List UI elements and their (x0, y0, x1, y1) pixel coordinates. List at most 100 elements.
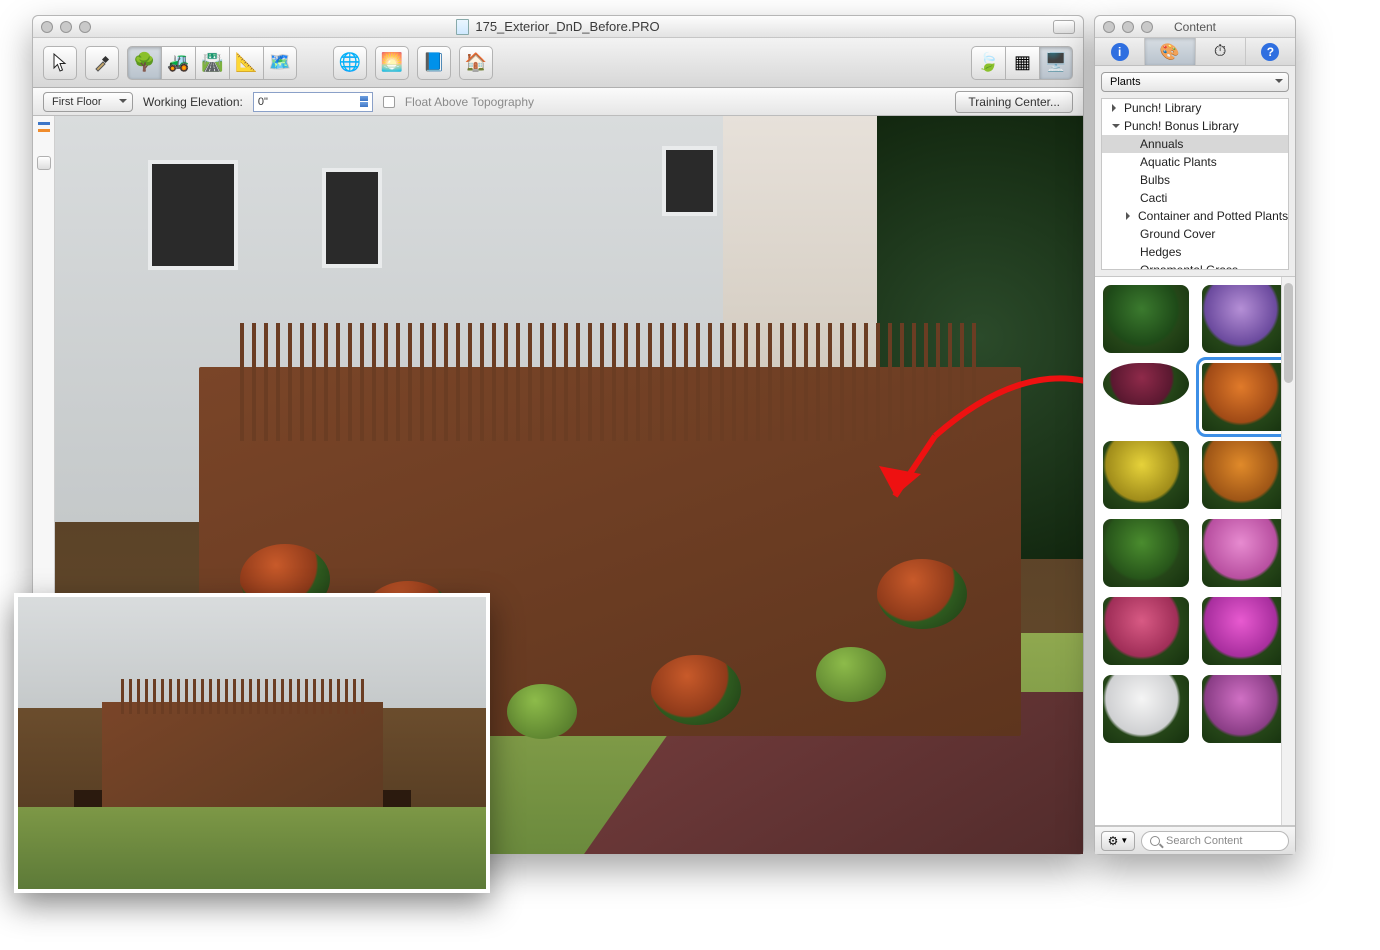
tree-label: Punch! Library (1124, 101, 1201, 115)
close-window-button[interactable] (41, 21, 53, 33)
plant-thumbnail[interactable] (1202, 363, 1288, 431)
tree-item-punch-bonus-library[interactable]: Punch! Bonus Library (1102, 117, 1288, 135)
tree-label: Bulbs (1140, 173, 1170, 187)
disclosure-triangle-icon[interactable] (1112, 104, 1120, 112)
document-icon (456, 19, 469, 35)
panel-options-button[interactable]: ⚙▼ (1101, 831, 1135, 851)
tree-item-cacti[interactable]: Cacti (1102, 189, 1288, 207)
info-tab[interactable]: i (1095, 38, 1145, 65)
training-center-button[interactable]: Training Center... (955, 91, 1073, 113)
window-title-text: 175_Exterior_DnD_Before.PRO (475, 19, 659, 34)
plant-thumbnail[interactable] (1103, 363, 1189, 405)
search-placeholder: Search Content (1166, 835, 1242, 847)
category-selector[interactable]: Plants (1101, 72, 1289, 92)
working-elevation-input[interactable]: 0" (253, 92, 373, 112)
content-search-input[interactable]: Search Content (1141, 831, 1289, 851)
plant-thumbnail[interactable] (1202, 285, 1288, 353)
plant-thumbnail[interactable] (1103, 285, 1189, 353)
disclosure-triangle-icon[interactable] (1112, 124, 1120, 132)
ruler-marker-blue[interactable] (38, 122, 50, 125)
elevation-stepper[interactable] (360, 96, 368, 107)
measure-tool[interactable]: 📐 (229, 46, 263, 80)
tree-item-bulbs[interactable]: Bulbs (1102, 171, 1288, 189)
float-above-checkbox[interactable] (383, 96, 395, 108)
tree-item-container-and-potted-plants[interactable]: Container and Potted Plants (1102, 207, 1288, 225)
float-above-label: Float Above Topography (405, 95, 534, 109)
thumb-scene-rail (121, 679, 364, 714)
ruler-grip[interactable] (37, 156, 51, 170)
tree-label: Cacti (1140, 191, 1167, 205)
scene-flower-bush (651, 655, 741, 725)
house-tool[interactable]: 🏠 (459, 46, 493, 80)
tree-label: Aquatic Plants (1140, 155, 1217, 169)
scene-window (322, 168, 382, 268)
thumbnail-scrollbar[interactable] (1281, 277, 1295, 825)
tree-item-aquatic-plants[interactable]: Aquatic Plants (1102, 153, 1288, 171)
ruler-marker-orange[interactable] (38, 129, 50, 132)
plant-thumbnail[interactable] (1202, 597, 1288, 665)
before-preview-thumbnail (14, 593, 490, 893)
plant-thumbnail[interactable] (1103, 675, 1189, 743)
tree-label: Container and Potted Plants (1138, 209, 1288, 223)
window-controls (41, 21, 91, 33)
window-toolbar-toggle[interactable] (1053, 20, 1075, 34)
path-tool[interactable]: 🛣️ (195, 46, 229, 80)
category-selector-value: Plants (1110, 76, 1141, 88)
plant-tool[interactable]: 🌳 (127, 46, 161, 80)
working-elevation-value: 0" (258, 96, 268, 108)
plan-view-button[interactable]: ▦ (1005, 46, 1039, 80)
disclosure-triangle-icon[interactable] (1126, 212, 1134, 220)
3d-view-button[interactable]: 🖥️ (1039, 46, 1073, 80)
landscape-tool-group: 🌳 🚜 🛣️ 📐 🗺️ (127, 46, 297, 80)
tree-label: Ornamental Grass (1140, 263, 1238, 270)
globe-tool[interactable]: 🌐 (333, 46, 367, 80)
library-tab[interactable]: 🎨 (1145, 38, 1195, 65)
tree-item-annuals[interactable]: Annuals (1102, 135, 1288, 153)
content-panel-tabs: i 🎨 ⏱ ? (1095, 38, 1295, 66)
content-panel: Content i 🎨 ⏱ ? Plants Punch! Library Pu… (1094, 15, 1296, 855)
content-panel-title: Content (1095, 20, 1295, 34)
main-titlebar[interactable]: 175_Exterior_DnD_Before.PRO (33, 16, 1083, 38)
floor-selector-label: First Floor (52, 96, 102, 108)
thumb-scene-grass (18, 807, 486, 889)
content-titlebar[interactable]: Content (1095, 16, 1295, 38)
materials-tool[interactable]: 📘 (417, 46, 451, 80)
plant-thumbnail[interactable] (1202, 519, 1288, 587)
library-tree[interactable]: Punch! Library Punch! Bonus Library Annu… (1101, 98, 1289, 270)
library-thumbnail-grid (1095, 276, 1295, 826)
scene-deck-railing (240, 323, 980, 441)
terrain-tool[interactable]: 🚜 (161, 46, 195, 80)
tree-label: Punch! Bonus Library (1124, 119, 1239, 133)
tree-item-ornamental-grass[interactable]: Ornamental Grass (1102, 261, 1288, 270)
pointer-tool[interactable] (43, 46, 77, 80)
view-mode-group: 🍃 ▦ 🖥️ (971, 46, 1073, 80)
minimize-window-button[interactable] (60, 21, 72, 33)
window-title: 175_Exterior_DnD_Before.PRO (33, 19, 1083, 35)
site-plan-tool[interactable]: 🗺️ (263, 46, 297, 80)
gear-icon: ⚙ (1108, 834, 1119, 848)
working-elevation-label: Working Elevation: (143, 95, 243, 109)
sun-tool[interactable]: 🌅 (375, 46, 409, 80)
training-center-label: Training Center... (968, 95, 1060, 109)
tree-item-ground-cover[interactable]: Ground Cover (1102, 225, 1288, 243)
tree-label: Ground Cover (1140, 227, 1215, 241)
plant-thumbnail[interactable] (1202, 675, 1288, 743)
scene-green-bush (816, 647, 886, 702)
search-icon (1150, 836, 1160, 846)
zoom-window-button[interactable] (79, 21, 91, 33)
tree-item-punch-library[interactable]: Punch! Library (1102, 99, 1288, 117)
main-toolbar: 🌳 🚜 🛣️ 📐 🗺️ 🌐 🌅 📘 🏠 🍃 ▦ 🖥️ (33, 38, 1083, 88)
tree-item-hedges[interactable]: Hedges (1102, 243, 1288, 261)
scrollbar-thumb[interactable] (1284, 283, 1293, 383)
plant-thumbnail[interactable] (1103, 441, 1189, 509)
scene-flower-bush (877, 559, 967, 629)
floor-selector[interactable]: First Floor (43, 92, 133, 112)
plant-thumbnail[interactable] (1202, 441, 1288, 509)
eyedropper-tool[interactable] (85, 46, 119, 80)
plant-thumbnail[interactable] (1103, 597, 1189, 665)
timer-tab[interactable]: ⏱ (1196, 38, 1246, 65)
help-tab[interactable]: ? (1246, 38, 1295, 65)
plant-thumbnail[interactable] (1103, 519, 1189, 587)
eco-view-button[interactable]: 🍃 (971, 46, 1005, 80)
tree-label: Hedges (1140, 245, 1181, 259)
